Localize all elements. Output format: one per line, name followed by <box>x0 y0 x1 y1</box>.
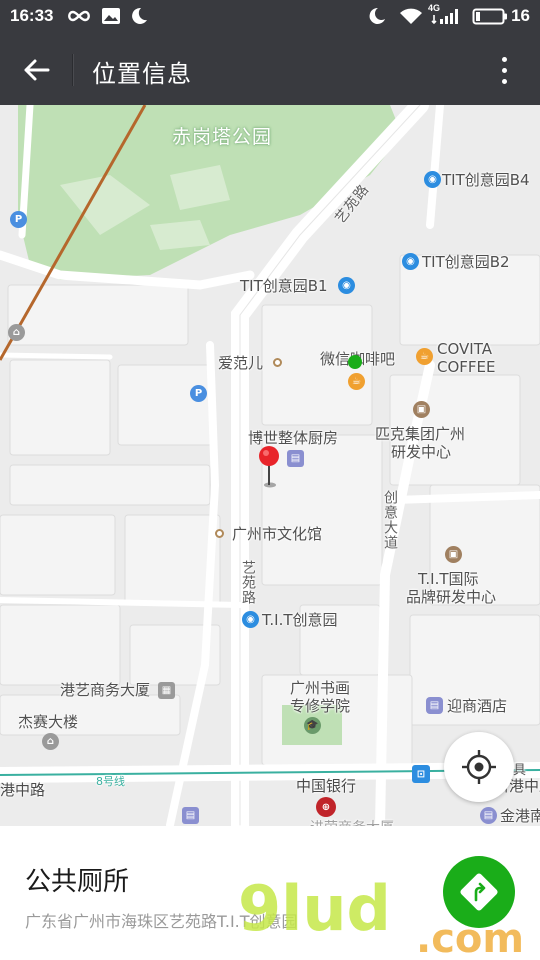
poi-tit-b4[interactable]: TIT创意园B4 <box>442 169 530 190</box>
map-view[interactable]: 赤岗塔公园 艺苑路 艺苑路 创意大道 8号线 TIT创意园B4 ◉ TIT创意园… <box>0 105 540 826</box>
metro-line-label: 8号线 <box>96 775 125 788</box>
more-vertical-icon <box>501 56 507 62</box>
poi-jiesai[interactable]: 杰赛大楼 <box>18 711 78 732</box>
crosshair-icon <box>462 750 496 784</box>
poi-bank-label[interactable]: 中国银行 <box>296 775 356 796</box>
status-time: 16:33 <box>10 6 54 25</box>
place-info-sheet: 公共厕所 广东省广州市海珠区艺苑路T.I.T创意园 <box>0 826 540 960</box>
camera-icon: ◉ <box>338 277 355 294</box>
poi-pike-2: 研发中心 <box>391 443 452 461</box>
arrow-left-icon <box>24 59 50 81</box>
bank-icon: ⊕ <box>316 797 336 817</box>
title-bar: 位置信息 <box>0 34 540 105</box>
home-icon: ⌂ <box>8 324 25 341</box>
navigation-turn-icon <box>460 873 498 911</box>
school-icon: 🎓 <box>304 717 321 734</box>
coffee-icon: ☕ <box>416 348 433 365</box>
camera-icon: ◉ <box>242 611 259 628</box>
shop-icon: ▤ <box>287 450 304 467</box>
infinity-icon <box>66 5 92 32</box>
status-bar: 16:33 4G 16 <box>0 0 540 34</box>
poi-tit-b2[interactable]: TIT创意园B2 <box>422 251 510 272</box>
road-gangzhong-left: 港中路 <box>0 781 46 799</box>
image-notification-icon <box>100 5 122 32</box>
poi-tit-b1[interactable]: TIT创意园B1 <box>240 275 328 296</box>
coffee-icon: ☕ <box>348 373 365 390</box>
poi-gangyi[interactable]: 港艺商务大厦 <box>60 679 150 700</box>
place-name: 公共厕所 <box>25 867 130 897</box>
title-divider <box>72 54 73 86</box>
back-button[interactable] <box>14 48 58 92</box>
road-label-yiyuan-mid: 艺苑路 <box>240 560 256 605</box>
do-not-disturb-icon <box>366 5 388 32</box>
poi-dot-icon <box>273 358 282 367</box>
poi-tit-intl-2: 品牌研发中心 <box>406 588 497 606</box>
camera-icon: ◉ <box>424 171 441 188</box>
building-icon: ▣ <box>413 401 430 418</box>
battery-icon <box>472 5 508 32</box>
parking-icon: P <box>190 385 207 402</box>
user-location-dot <box>348 355 362 369</box>
metro-icon: ⊡ <box>412 765 430 783</box>
poi-jingang[interactable]: 金港南 <box>500 805 540 826</box>
road-label-chuangyi: 创意大道 <box>382 490 398 550</box>
poi-yingshang[interactable]: 迎商酒店 <box>447 695 507 716</box>
battery-percent: 16 <box>511 6 530 25</box>
park-label: 赤岗塔公园 <box>172 126 273 148</box>
office-icon: ▦ <box>158 682 175 699</box>
poi-wenhuaguan[interactable]: 广州市文化馆 <box>232 523 322 544</box>
building-icon: ▣ <box>445 546 462 563</box>
location-pin-icon <box>259 446 279 488</box>
poi-covita-1[interactable]: COVITA <box>437 340 492 358</box>
hotel-icon: ▤ <box>480 807 497 824</box>
signal-icon <box>430 5 464 32</box>
office-icon: ▤ <box>182 807 199 824</box>
camera-icon: ◉ <box>402 253 419 270</box>
poi-shuhua-2: 专修学院 <box>290 697 351 715</box>
wifi-icon <box>398 5 424 32</box>
poi-dot-icon <box>215 529 224 538</box>
navigate-button[interactable] <box>443 856 515 928</box>
hotel-icon: ▤ <box>426 697 443 714</box>
page-title: 位置信息 <box>92 60 192 88</box>
poi-covita-2: COFFEE <box>437 358 496 376</box>
locate-me-button[interactable] <box>444 732 514 802</box>
more-button[interactable] <box>484 48 524 92</box>
poi-bottom-cut: 进荣商务大厦 <box>310 817 394 826</box>
home-icon: ⌂ <box>42 733 59 750</box>
poi-tit-park[interactable]: T.I.T创意园 <box>262 609 338 630</box>
poi-aifaner[interactable]: 爱范儿 <box>218 352 263 373</box>
parking-icon: P <box>10 211 27 228</box>
moon-icon <box>128 5 150 32</box>
place-address: 广东省广州市海珠区艺苑路T.I.T创意园 <box>25 912 298 931</box>
